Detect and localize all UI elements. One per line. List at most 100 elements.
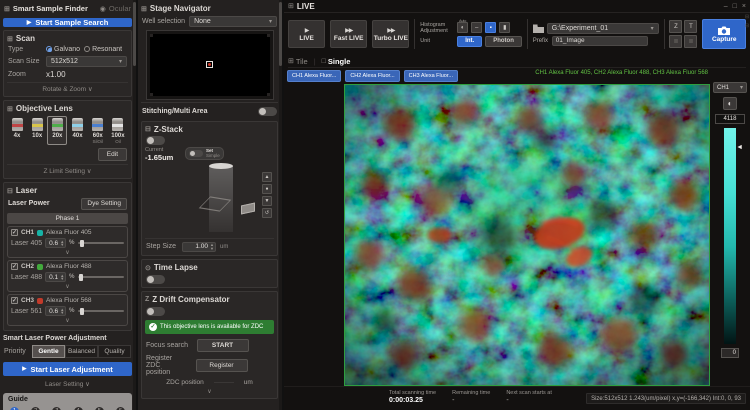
ch1-checkbox[interactable]: ✓: [11, 229, 18, 236]
histogram-group: Histogram Adjustment Auto◐ – ▪ ▮ Unit In…: [420, 22, 522, 47]
tab-smart-sample-finder[interactable]: ⊞ Smart Sample Finder: [4, 4, 88, 13]
collapse-icon[interactable]: ⊞: [7, 35, 13, 43]
ch2-power-slider[interactable]: [78, 276, 125, 278]
tab-single[interactable]: □ Single: [322, 57, 351, 66]
collapse-icon[interactable]: ⊟: [745, 14, 749, 20]
range-min-value[interactable]: 0: [721, 348, 739, 358]
focus-search-label: Focus search: [146, 342, 188, 349]
ch2-checkbox[interactable]: ✓: [11, 263, 18, 270]
ch1-expander[interactable]: ∨: [11, 248, 124, 257]
ch3-expander[interactable]: ∨: [11, 316, 124, 325]
start-sample-search-button[interactable]: ▶ Start Sample Search: [3, 18, 132, 27]
channel-button-ch1[interactable]: CH1 Alexa Fluor...: [287, 70, 341, 82]
collapse-icon[interactable]: ⊞: [141, 5, 147, 13]
priority-segment: Gentle Balanced Quality: [32, 345, 131, 358]
tab-tile[interactable]: ⊞ Tile: [288, 57, 308, 66]
objective-20x[interactable]: 20x: [47, 116, 67, 145]
capture-z-stack-icon[interactable]: Z: [669, 20, 682, 33]
ch2-power-spinner[interactable]: 0.1▲▼: [45, 272, 66, 282]
sidebar-channel-select[interactable]: CH1 ▾: [713, 82, 747, 93]
ch1-power-slider[interactable]: [78, 242, 125, 244]
fast-live-button[interactable]: ▶▶ Fast LIVE: [330, 20, 367, 48]
range-slider-handle[interactable]: ◄: [736, 144, 743, 151]
ch2-expander[interactable]: ∨: [11, 282, 124, 291]
minimize-icon[interactable]: –: [724, 3, 728, 10]
close-icon[interactable]: ×: [742, 3, 746, 10]
capture-t-series-icon[interactable]: ≣: [684, 35, 697, 48]
objective-40x[interactable]: 40x: [68, 116, 88, 145]
radio-galvano[interactable]: Galvano: [46, 46, 80, 53]
collapse-icon[interactable]: ⊟: [7, 187, 13, 195]
priority-balanced[interactable]: Balanced: [65, 345, 98, 358]
phase-tab[interactable]: Phase 1: [7, 213, 128, 224]
ch3-power-slider[interactable]: [78, 310, 125, 312]
scan-size-select[interactable]: 512x512 ▾: [46, 56, 127, 67]
well-selection-select[interactable]: None ▾: [189, 16, 277, 27]
tab-ocular[interactable]: ◉ Ocular: [100, 4, 131, 13]
channel-button-ch2[interactable]: CH2 Alexa Fluor...: [345, 70, 399, 82]
channel-button-ch3[interactable]: CH3 Alexa Fluor...: [404, 70, 458, 82]
collapse-icon[interactable]: ⊟: [745, 23, 749, 29]
unit-int-button[interactable]: Int.: [457, 36, 482, 47]
play-icon: ▶: [27, 19, 32, 26]
turbo-live-button[interactable]: ▶▶ Turbo LIVE: [372, 20, 409, 48]
mid-scrollbar[interactable]: [279, 0, 282, 410]
register-zdc-button[interactable]: Register: [196, 359, 248, 372]
start-laser-adjustment-button[interactable]: ▶ Start Laser Adjustment: [3, 362, 132, 376]
rotate-zoom-expander[interactable]: Rotate & Zoom ∨: [7, 82, 128, 94]
objective-60x[interactable]: 60x SilOil: [88, 116, 108, 145]
time-lapse-toggle[interactable]: [146, 275, 165, 284]
capture-time-icon[interactable]: T: [684, 20, 697, 33]
capture-button[interactable]: Capture: [702, 19, 746, 49]
prefix-input[interactable]: [552, 36, 648, 46]
maximize-icon[interactable]: □: [733, 3, 737, 10]
zdc-toggle[interactable]: [146, 307, 165, 316]
ch2-dye-color: [37, 264, 43, 270]
right-edge-collapse-strip[interactable]: ⊟ ⊟: [744, 14, 750, 29]
z-position-handle[interactable]: [241, 202, 255, 214]
objective-10x[interactable]: 10x: [27, 116, 47, 145]
histogram-auto-button[interactable]: Auto◐: [457, 22, 468, 33]
live-image-frame[interactable]: [344, 84, 710, 386]
z-set-top-button[interactable]: ▲: [262, 172, 272, 182]
colorbar-gradient: [724, 128, 736, 344]
finder-title: Smart Sample Finder: [13, 4, 88, 13]
status-bar: Total scanning time 0:00:03.25 Remaining…: [284, 386, 750, 410]
step-size-spinner[interactable]: 1.00▲▼: [182, 242, 216, 252]
ch1-power-spinner[interactable]: 0.6▲▼: [45, 238, 66, 248]
range-max-value[interactable]: 4118: [715, 114, 745, 124]
lut-icon[interactable]: ◐: [723, 97, 737, 110]
dye-setting-button[interactable]: Dye Setting: [81, 198, 127, 210]
live-button[interactable]: ▶ LIVE: [288, 20, 325, 48]
zdc-expander[interactable]: ∨: [145, 387, 274, 396]
z-set-current-button[interactable]: ●: [262, 184, 272, 194]
ch3-checkbox[interactable]: ✓: [11, 297, 18, 304]
z-current-value: -1.65um: [145, 153, 173, 162]
z-mode-toggle[interactable]: Set Simple: [185, 147, 224, 160]
histogram-max-button[interactable]: ▮: [499, 22, 510, 33]
histogram-min-button[interactable]: –: [471, 22, 482, 33]
unit-photon-button[interactable]: Photon: [485, 36, 522, 47]
save-folder-select[interactable]: G:\Experiment_01 ▾: [547, 23, 659, 34]
laser-setting-expander[interactable]: Laser Setting ∨: [3, 378, 132, 389]
z-set-bottom-button[interactable]: ▼: [262, 196, 272, 206]
edit-objective-button[interactable]: Edit: [98, 148, 127, 161]
collapse-icon[interactable]: ⊞: [7, 105, 13, 113]
objective-100x[interactable]: 100x Oil: [108, 116, 128, 145]
collapse-icon[interactable]: ⊟: [145, 125, 151, 133]
stage-map[interactable]: [147, 31, 273, 99]
stitching-toggle[interactable]: [258, 107, 277, 116]
histogram-mid-button[interactable]: ▪: [485, 22, 496, 33]
radio-resonant[interactable]: Resonant: [84, 46, 122, 53]
ch3-power-spinner[interactable]: 0.6▲▼: [45, 306, 66, 316]
fluorescence-image: [345, 85, 709, 385]
capture-z-series-icon[interactable]: ≣: [669, 35, 682, 48]
z-limit-expander[interactable]: Z Limit Setting ∨: [7, 164, 128, 176]
left-scrollbar[interactable]: [133, 0, 136, 410]
focus-search-start-button[interactable]: START: [197, 339, 249, 352]
z-reset-button[interactable]: ↺: [262, 208, 272, 218]
priority-quality[interactable]: Quality: [98, 345, 131, 358]
objective-4x[interactable]: 4x: [7, 116, 27, 145]
z-stack-toggle[interactable]: [146, 136, 165, 145]
priority-gentle[interactable]: Gentle: [32, 345, 65, 358]
